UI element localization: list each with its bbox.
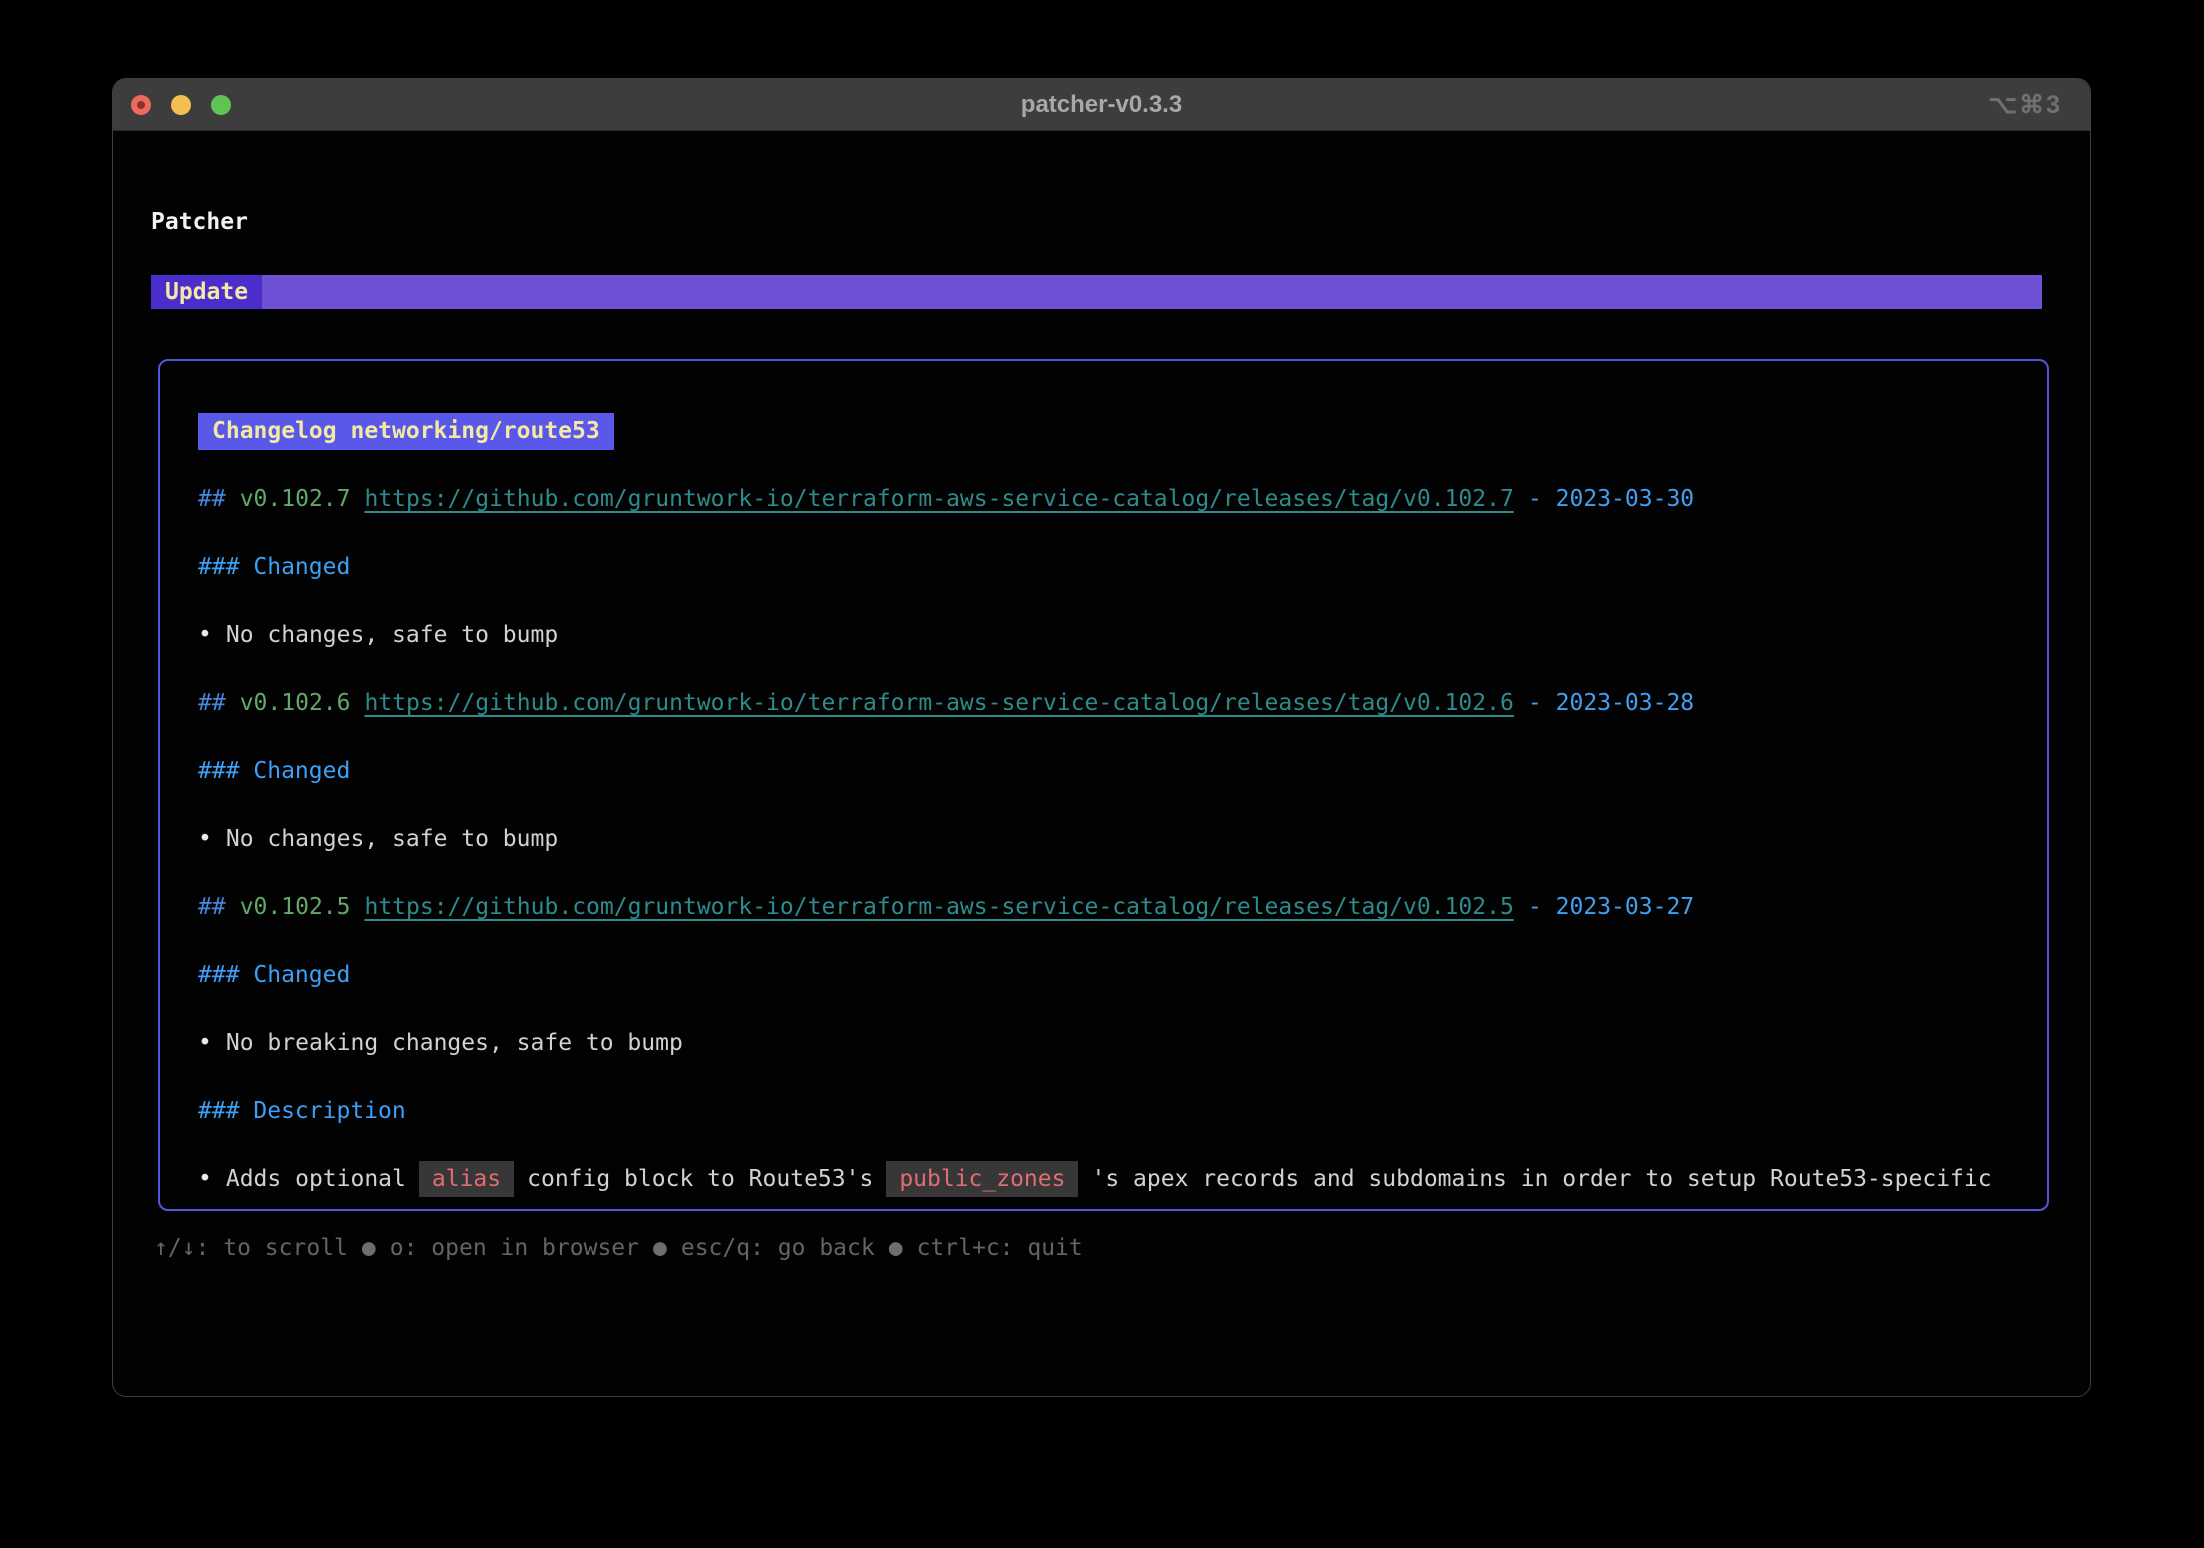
md-h2-hashes: ## bbox=[198, 486, 226, 512]
release-link[interactable]: https://github.com/gruntwork-io/terrafor… bbox=[364, 486, 1513, 512]
inline-code-alias: alias bbox=[419, 1161, 514, 1197]
bullet-icon: • bbox=[198, 1166, 212, 1192]
bullet-icon: • bbox=[198, 622, 212, 648]
description-heading: ### Description bbox=[198, 1098, 406, 1124]
release-link[interactable]: https://github.com/gruntwork-io/terrafor… bbox=[364, 690, 1513, 716]
description-text-part: config block to Route53's bbox=[527, 1166, 873, 1192]
description-text-part: Adds optional bbox=[226, 1166, 406, 1192]
help-item-quit: ctrl+c: quit bbox=[917, 1234, 1083, 1262]
help-separator-icon: ● bbox=[653, 1234, 667, 1262]
bullet-text: No changes, safe to bump bbox=[226, 826, 558, 852]
bullet-text: No changes, safe to bump bbox=[226, 622, 558, 648]
app-window: patcher-v0.3.3 ⌥⌘3 Patcher Update Change… bbox=[112, 78, 2091, 1397]
bullet-row: • No changes, safe to bump bbox=[160, 601, 2047, 669]
section-heading-row: ### Changed bbox=[160, 737, 2047, 805]
section-heading-row: ### Description bbox=[160, 1077, 2047, 1145]
bullet-icon: • bbox=[198, 826, 212, 852]
changelog-title-badge: Changelog networking/route53 bbox=[198, 413, 614, 450]
tab-update[interactable]: Update bbox=[151, 275, 262, 309]
help-item-scroll: ↑/↓: to scroll bbox=[154, 1234, 348, 1262]
bullet-row: • No breaking changes, safe to bump bbox=[160, 1009, 2047, 1077]
help-item-open: o: open in browser bbox=[390, 1234, 639, 1262]
release-version: v0.102.7 bbox=[240, 486, 351, 512]
release-heading-row: ## v0.102.6 https://github.com/gruntwork-i… bbox=[160, 669, 2047, 737]
date-separator: - bbox=[1528, 894, 1542, 920]
window-title: patcher-v0.3.3 bbox=[113, 79, 2090, 130]
release-date: 2023-03-30 bbox=[1556, 486, 1694, 512]
screen-background: patcher-v0.3.3 ⌥⌘3 Patcher Update Change… bbox=[0, 0, 2204, 1548]
release-date: 2023-03-27 bbox=[1556, 894, 1694, 920]
changelog-header-row: Changelog networking/route53 bbox=[160, 397, 2047, 465]
md-h2-hashes: ## bbox=[198, 894, 226, 920]
date-separator: - bbox=[1528, 486, 1542, 512]
inline-code-public-zones: public_zones bbox=[886, 1161, 1078, 1197]
bullet-row: • No changes, safe to bump bbox=[160, 805, 2047, 873]
window-titlebar[interactable]: patcher-v0.3.3 ⌥⌘3 bbox=[113, 79, 2090, 131]
bullet-text: No breaking changes, safe to bump bbox=[226, 1030, 683, 1056]
help-separator-icon: ● bbox=[362, 1234, 376, 1262]
release-version: v0.102.5 bbox=[240, 894, 351, 920]
tab-bar: Update bbox=[151, 275, 2042, 309]
page-title: Patcher bbox=[151, 207, 248, 237]
section-heading-row: ### Changed bbox=[160, 941, 2047, 1009]
help-bar: ↑/↓: to scroll ● o: open in browser ● es… bbox=[154, 1234, 1083, 1262]
release-date: 2023-03-28 bbox=[1556, 690, 1694, 716]
date-separator: - bbox=[1528, 690, 1542, 716]
release-heading-row: ## v0.102.5 https://github.com/gruntwork-i… bbox=[160, 873, 2047, 941]
section-heading-row: ### Changed bbox=[160, 533, 2047, 601]
release-heading-row: ## v0.102.7 https://github.com/gruntwork-i… bbox=[160, 465, 2047, 533]
changed-heading: ### Changed bbox=[198, 554, 350, 580]
release-link[interactable]: https://github.com/gruntwork-io/terrafor… bbox=[364, 894, 1513, 920]
help-separator-icon: ● bbox=[889, 1234, 903, 1262]
window-shortcut-badge: ⌥⌘3 bbox=[1988, 79, 2062, 131]
release-version: v0.102.6 bbox=[240, 690, 351, 716]
md-h2-hashes: ## bbox=[198, 690, 226, 716]
description-text-part: 's apex records and subdomains in order … bbox=[1091, 1166, 1991, 1192]
changed-heading: ### Changed bbox=[198, 962, 350, 988]
bullet-row: • Adds optional alias config block to Route… bbox=[160, 1145, 2047, 1211]
tab-bar-filler bbox=[262, 275, 2042, 309]
bullet-icon: • bbox=[198, 1030, 212, 1056]
changelog-panel[interactable]: Changelog networking/route53 ## v0.102.7 h… bbox=[158, 359, 2049, 1211]
changed-heading: ### Changed bbox=[198, 758, 350, 784]
help-item-back: esc/q: go back bbox=[681, 1234, 875, 1262]
